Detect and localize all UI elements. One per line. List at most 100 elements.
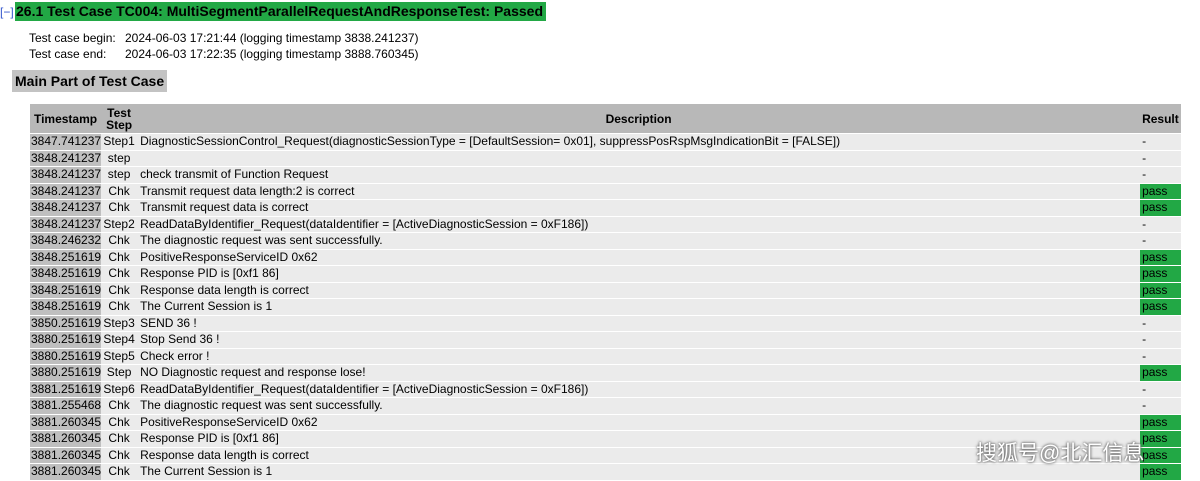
test-case-begin: Test case begin: 2024-06-03 17:21:44 (log… [29, 30, 419, 46]
cell-timestamp: 3848.241237 [30, 216, 102, 232]
cell-result: pass [1140, 282, 1181, 298]
cell-timestamp: 3848.241237 [30, 167, 102, 183]
cell-test-step: Step5 [101, 348, 138, 364]
cell-result: pass [1140, 431, 1181, 447]
table-row: 3880.251619 Step5 Check error ! - [30, 348, 1181, 364]
end-label: Test case end: [29, 47, 107, 61]
table-header-row: Timestamp Test Step Description Result [30, 104, 1181, 133]
cell-description: Response data length is correct [137, 282, 1141, 298]
cell-description: DiagnosticSessionControl_Request(diagnos… [137, 134, 1141, 150]
cell-test-step: Chk [101, 464, 138, 480]
cell-description: Transmit request data is correct [137, 200, 1141, 216]
collapse-toggle[interactable]: [−] [0, 5, 15, 19]
table-row: 3881.251619 Step6 ReadDataByIdentifier_Req… [30, 381, 1181, 397]
cell-test-step: Step4 [101, 332, 138, 348]
cell-test-step: Step [101, 365, 138, 381]
cell-description: Transmit request data length:2 is correc… [137, 183, 1141, 199]
test-case-title: 26.1 Test Case TC004: MultiSegmentParall… [15, 2, 546, 21]
cell-description: The Current Session is 1 [137, 299, 1141, 315]
cell-timestamp: 3847.741237 [30, 134, 102, 150]
table-row: 3881.255468 Chk The diagnostic request was… [30, 398, 1181, 414]
table-row: 3848.241237 Chk Transmit request data is c… [30, 200, 1181, 216]
header-description: Description [137, 104, 1141, 133]
table-row: 3881.260345 Chk Response data length is co… [30, 447, 1181, 463]
test-case-title-bar: [−] 26.1 Test Case TC004: MultiSegmentPa… [0, 2, 546, 21]
cell-description: PositiveResponseServiceID 0x62 [137, 249, 1141, 265]
cell-timestamp: 3880.251619 [30, 365, 102, 381]
header-timestamp: Timestamp [30, 104, 102, 133]
table-row: 3881.260345 Chk Response PID is [0xf1 86] p… [30, 431, 1181, 447]
header-result: Result [1140, 104, 1181, 133]
cell-timestamp: 3881.255468 [30, 398, 102, 414]
cell-result: - [1140, 315, 1181, 331]
cell-test-step: Chk [101, 200, 138, 216]
cell-description: SEND 36 ! [137, 315, 1141, 331]
cell-description: Response PID is [0xf1 86] [137, 431, 1141, 447]
cell-timestamp: 3848.241237 [30, 200, 102, 216]
header-test-step: Test Step [101, 104, 138, 133]
cell-test-step: Chk [101, 249, 138, 265]
cell-timestamp: 3848.251619 [30, 266, 102, 282]
table-row: 3880.251619 Step4 Stop Send 36 ! - [30, 332, 1181, 348]
cell-test-step: Step2 [101, 216, 138, 232]
cell-description: PositiveResponseServiceID 0x62 [137, 414, 1141, 430]
cell-test-step: step [101, 150, 138, 166]
cell-test-step: step [101, 167, 138, 183]
cell-test-step: Chk [101, 447, 138, 463]
cell-result: pass [1140, 365, 1181, 381]
table-row: 3848.241237 step - [30, 150, 1181, 166]
table-body: 3847.741237 Step1 DiagnosticSessionControl… [30, 134, 1181, 480]
cell-test-step: Step3 [101, 315, 138, 331]
cell-result: pass [1140, 266, 1181, 282]
cell-result: - [1140, 348, 1181, 364]
cell-test-step: Chk [101, 183, 138, 199]
cell-description: The diagnostic request was sent successf… [137, 398, 1141, 414]
begin-value: 2024-06-03 17:21:44 (logging timestamp 3… [125, 31, 419, 45]
cell-result: pass [1140, 183, 1181, 199]
cell-timestamp: 3881.260345 [30, 431, 102, 447]
cell-timestamp: 3881.260345 [30, 447, 102, 463]
cell-test-step: Chk [101, 282, 138, 298]
cell-timestamp: 3880.251619 [30, 332, 102, 348]
table-row: 3848.241237 step check transmit of Functio… [30, 167, 1181, 183]
table-row: 3848.251619 Chk The Current Session is 1 pa… [30, 299, 1181, 315]
cell-description [137, 150, 1141, 166]
cell-result: - [1140, 381, 1181, 397]
table-row: 3848.251619 Chk Response data length is co… [30, 282, 1181, 298]
table-row: 3848.241237 Step2 ReadDataByIdentifier_Req… [30, 216, 1181, 232]
cell-test-step: Chk [101, 299, 138, 315]
cell-result: - [1140, 134, 1181, 150]
cell-description: Stop Send 36 ! [137, 332, 1141, 348]
cell-timestamp: 3881.260345 [30, 464, 102, 480]
cell-timestamp: 3848.241237 [30, 183, 102, 199]
cell-result: pass [1140, 249, 1181, 265]
cell-result: - [1140, 150, 1181, 166]
section-title: Main Part of Test Case [12, 70, 168, 92]
cell-timestamp: 3848.246232 [30, 233, 102, 249]
table-row: 3848.251619 Chk Response PID is [0xf1 86] p… [30, 266, 1181, 282]
begin-label: Test case begin: [29, 31, 116, 45]
cell-timestamp: 3848.241237 [30, 150, 102, 166]
table-row: 3881.260345 Chk The Current Session is 1 pa… [30, 464, 1181, 480]
cell-timestamp: 3881.251619 [30, 381, 102, 397]
cell-description: check transmit of Function Request [137, 167, 1141, 183]
cell-description: NO Diagnostic request and response lose! [137, 365, 1141, 381]
cell-test-step: Step1 [101, 134, 138, 150]
cell-timestamp: 3848.251619 [30, 299, 102, 315]
cell-description: Response data length is correct [137, 447, 1141, 463]
cell-test-step: Step6 [101, 381, 138, 397]
cell-timestamp: 3850.251619 [30, 315, 102, 331]
cell-result: - [1140, 332, 1181, 348]
test-case-end: Test case end: 2024-06-03 17:22:35 (loggi… [29, 46, 419, 62]
cell-description: The diagnostic request was sent successf… [137, 233, 1141, 249]
cell-result: - [1140, 216, 1181, 232]
cell-test-step: Chk [101, 398, 138, 414]
table-row: 3848.251619 Chk PositiveResponseServiceID … [30, 249, 1181, 265]
cell-description: ReadDataByIdentifier_Request(dataIdentif… [137, 381, 1141, 397]
cell-test-step: Chk [101, 431, 138, 447]
table-row: 3881.260345 Chk PositiveResponseServiceID … [30, 414, 1181, 430]
cell-test-step: Chk [101, 233, 138, 249]
cell-result: - [1140, 398, 1181, 414]
cell-timestamp: 3880.251619 [30, 348, 102, 364]
table-row: 3880.251619 Step NO Diagnostic request and… [30, 365, 1181, 381]
